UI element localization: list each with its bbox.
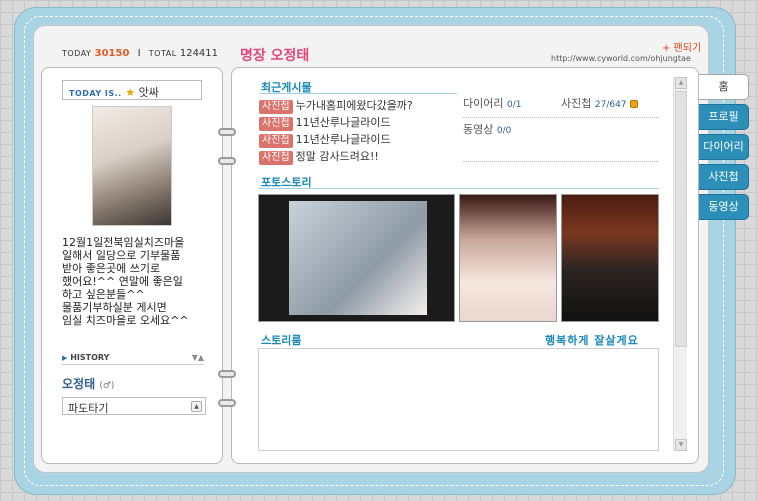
today-is-label: TODAY IS.. bbox=[69, 89, 122, 98]
new-icon bbox=[630, 100, 639, 108]
total-label: TOTAL bbox=[148, 49, 177, 58]
expand-arrows-icon[interactable]: ▼▲ bbox=[192, 353, 204, 362]
scroll-thumb[interactable] bbox=[675, 91, 687, 347]
total-count: 124411 bbox=[179, 48, 219, 59]
post-title[interactable]: 11년산루나글라이드 bbox=[296, 116, 391, 129]
chevron-up-icon[interactable]: ▲ bbox=[191, 401, 202, 412]
triangle-icon: ▶ bbox=[62, 354, 68, 362]
post-title[interactable]: 누가내홈피에왔다갔을까? bbox=[296, 99, 413, 112]
recent-divider bbox=[259, 93, 457, 94]
recent-posts-list: 사진첩 누가내홈피에왔다갔을까? 사진첩 11년산루나글라이드 사진첩 11년산루나글… bbox=[259, 97, 459, 165]
stat-count: 0/1 bbox=[506, 100, 522, 110]
post-badge: 사진첩 bbox=[259, 134, 293, 148]
homepage-url[interactable]: http://www.cyworld.com/ohjungtae bbox=[551, 54, 691, 63]
scroll-up-icon[interactable]: ▲ bbox=[675, 77, 687, 89]
binder-ring bbox=[218, 370, 236, 378]
photo-story-divider bbox=[259, 188, 659, 189]
scrollbar[interactable]: ▲ ▼ bbox=[673, 77, 687, 451]
list-item[interactable]: 사진첩 11년산루나글라이드 bbox=[259, 131, 459, 148]
list-item[interactable]: 사진첩 정말 감사드려요!! bbox=[259, 148, 459, 165]
binder-ring bbox=[218, 128, 236, 136]
stat-label: 사진첩 bbox=[561, 97, 592, 110]
become-fan-button[interactable]: + 팬되기 bbox=[662, 39, 701, 54]
history-label: HISTORY bbox=[70, 353, 110, 362]
profile-photo[interactable] bbox=[92, 106, 172, 226]
stat-label: 동영상 bbox=[463, 123, 494, 136]
history-bar[interactable]: ▶ HISTORY ▼▲ bbox=[62, 353, 204, 365]
star-icon: ★ bbox=[125, 86, 136, 99]
photo-frame bbox=[289, 201, 427, 315]
binder-ring bbox=[218, 157, 236, 165]
tab-diary[interactable]: 다이어리 bbox=[699, 134, 749, 160]
photo-thumbnail[interactable] bbox=[561, 194, 659, 322]
story-room-subtitle[interactable]: 행복하게 잘살게요 bbox=[545, 332, 639, 348]
owner-name[interactable]: 오정태 (♂) bbox=[62, 375, 114, 392]
post-title[interactable]: 정말 감사드려요!! bbox=[296, 150, 379, 163]
post-badge: 사진첩 bbox=[259, 151, 293, 165]
today-label: TODAY bbox=[62, 49, 92, 58]
binder-ring bbox=[218, 399, 236, 407]
menu-stats: 다이어리 0/1 사진첩 27/647 동영상 0/0 bbox=[463, 96, 659, 162]
today-mood: 앗싸 bbox=[138, 86, 159, 99]
stats-row: 다이어리 0/1 사진첩 27/647 bbox=[463, 96, 659, 118]
gender-icon: (♂) bbox=[99, 381, 115, 391]
post-title[interactable]: 11년산루나글라이드 bbox=[296, 133, 391, 146]
list-item[interactable]: 사진첩 누가내홈피에왔다갔을까? bbox=[259, 97, 459, 114]
profile-intro: 12월1일전북임실치즈마을 일해서 일당으로 기부물품 받아 좋은곳에 쓰기로 … bbox=[62, 236, 189, 327]
tab-photo[interactable]: 사진첩 bbox=[699, 164, 749, 190]
photo-thumbnail[interactable] bbox=[459, 194, 557, 322]
story-room-title: 스토리룸 bbox=[261, 334, 302, 347]
today-count: 30150 bbox=[94, 48, 130, 59]
stat-count: 0/0 bbox=[496, 126, 512, 136]
counter-separator: I bbox=[137, 48, 141, 59]
wave-select-value: 파도타기 bbox=[68, 402, 109, 415]
post-badge: 사진첩 bbox=[259, 100, 293, 114]
story-room-content[interactable] bbox=[258, 348, 659, 451]
tab-home[interactable]: 홈 bbox=[699, 74, 749, 100]
post-badge: 사진첩 bbox=[259, 117, 293, 131]
site-title: 명장 오정태 bbox=[240, 48, 310, 64]
wave-select[interactable]: 파도타기 ▲ bbox=[62, 397, 206, 415]
visitor-counter: TODAY 30150 I TOTAL 124411 bbox=[62, 48, 218, 59]
stat-label: 다이어리 bbox=[463, 97, 504, 110]
stats-row: 동영상 0/0 bbox=[463, 118, 659, 162]
stat-photo[interactable]: 사진첩 27/647 bbox=[561, 96, 639, 113]
stat-count: 27/647 bbox=[594, 100, 627, 110]
owner-name-text: 오정태 bbox=[62, 377, 96, 391]
scroll-down-icon[interactable]: ▼ bbox=[675, 439, 687, 451]
stat-video[interactable]: 동영상 0/0 bbox=[463, 122, 511, 139]
today-mood-box: TODAY IS.. ★ 앗싸 bbox=[62, 80, 202, 100]
tab-profile[interactable]: 프로필 bbox=[699, 104, 749, 130]
photo-thumbnail[interactable] bbox=[258, 194, 455, 322]
tab-video[interactable]: 동영상 bbox=[699, 194, 749, 220]
list-item[interactable]: 사진첩 11년산루나글라이드 bbox=[259, 114, 459, 131]
stat-diary[interactable]: 다이어리 0/1 bbox=[463, 96, 521, 113]
